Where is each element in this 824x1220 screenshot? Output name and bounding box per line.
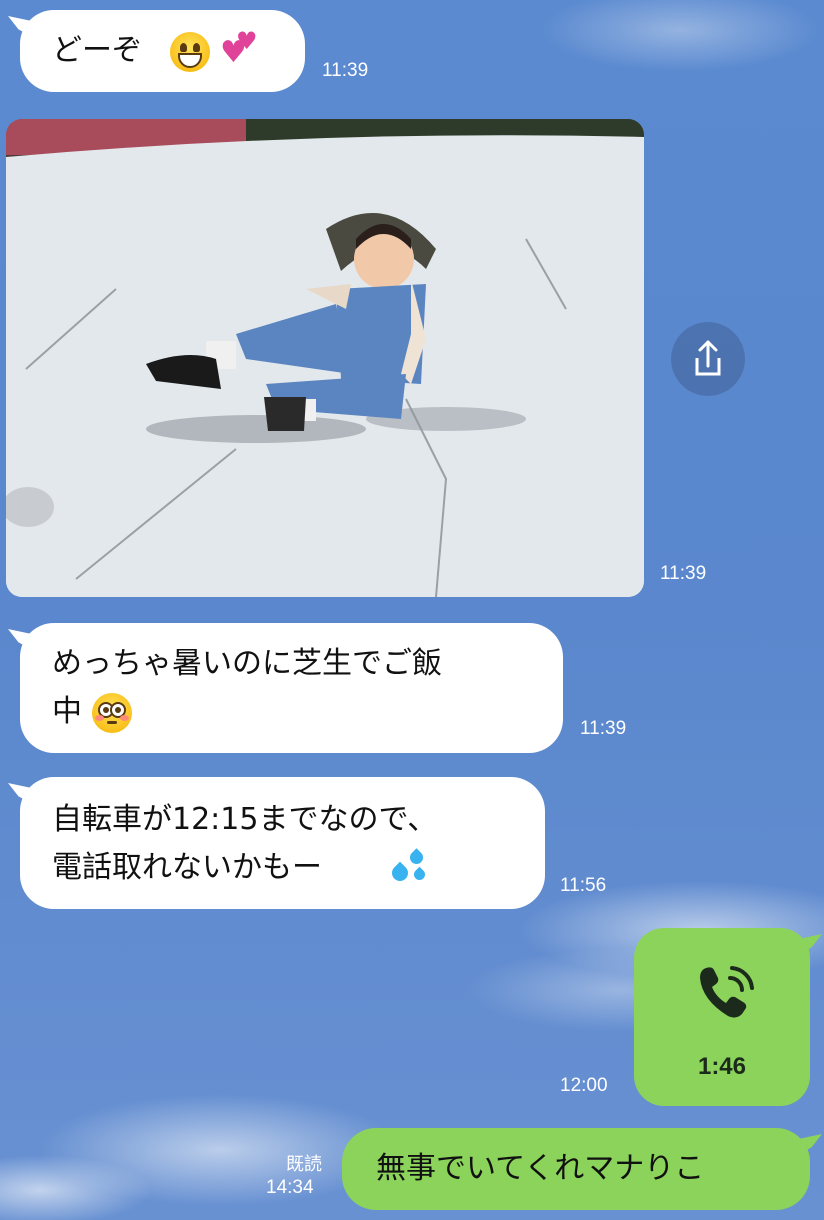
message-text-line-1: めっちゃ暑いのに芝生でご飯	[52, 646, 442, 681]
message-text: 無事でいてくれマナりこ	[376, 1151, 705, 1186]
message-timestamp: 11:56	[560, 875, 607, 896]
message-text: どーぞ	[52, 33, 142, 68]
read-receipt-label: 既読	[286, 1154, 322, 1174]
incoming-message-bubble[interactable]: どーぞ ♥ ♥	[20, 10, 305, 92]
message-timestamp: 14:34	[266, 1177, 314, 1198]
flushed-face-emoji-icon	[92, 693, 132, 733]
message-timestamp: 11:39	[580, 718, 627, 739]
incoming-message-bubble[interactable]: 自転車が12:15までなので、 電話取れないかもー	[20, 777, 545, 909]
message-text-line-1: 自転車が12:15までなので、	[52, 802, 438, 837]
voice-call-bubble[interactable]: 1:46	[634, 928, 810, 1106]
share-icon	[695, 340, 721, 376]
message-timestamp: 12:00	[560, 1075, 608, 1096]
message-text-line-2: 電話取れないかもー	[52, 850, 322, 885]
two-hearts-emoji-icon: ♥ ♥	[220, 27, 258, 70]
call-duration: 1:46	[697, 1053, 747, 1080]
share-button[interactable]	[671, 322, 745, 396]
sweat-droplets-emoji-icon	[388, 847, 432, 887]
message-timestamp: 11:39	[660, 563, 707, 584]
photo-image	[6, 119, 644, 597]
incoming-message-bubble[interactable]: めっちゃ暑いのに芝生でご飯 中	[20, 623, 563, 753]
photo-message[interactable]	[6, 119, 644, 597]
grinning-face-emoji-icon	[170, 32, 210, 72]
phone-call-icon	[700, 966, 754, 1018]
message-text-line-2: 中	[52, 694, 82, 729]
outgoing-message-bubble[interactable]: 無事でいてくれマナりこ	[342, 1128, 810, 1210]
message-timestamp: 11:39	[322, 60, 369, 81]
